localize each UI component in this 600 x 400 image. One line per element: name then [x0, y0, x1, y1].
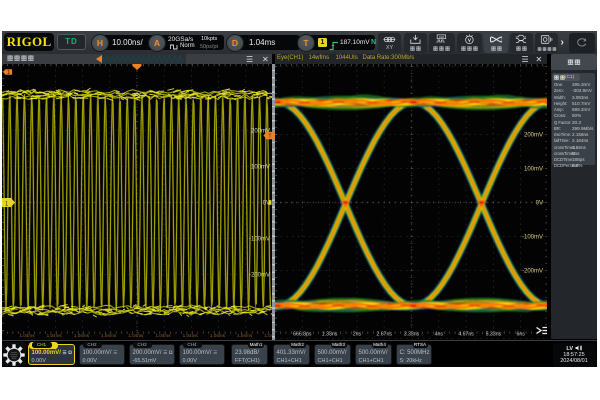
svg-text:2ns: 2ns	[352, 331, 361, 337]
svg-text:2.67ns: 2.67ns	[376, 331, 392, 337]
svg-text:1: 1	[7, 69, 10, 75]
svg-text:666.8ps: 666.8ps	[293, 331, 312, 337]
svg-text:1.04ms: 1.04ms	[19, 333, 35, 338]
svg-text:-100mV: -100mV	[521, 234, 542, 240]
svg-text:1.04ms: 1.04ms	[237, 333, 253, 338]
svg-text:-100mV: -100mV	[249, 236, 270, 242]
svg-text:5.33ns: 5.33ns	[485, 331, 501, 337]
svg-text:1.04ms: 1.04ms	[210, 333, 226, 338]
svg-text:018: 018	[439, 35, 444, 39]
svg-text:1.04ms: 1.04ms	[47, 333, 63, 338]
svg-text:1.04ms: 1.04ms	[155, 333, 171, 338]
svg-text:0V: 0V	[535, 200, 542, 206]
svg-text:-200mV: -200mV	[249, 272, 270, 278]
svg-text:1.04ms: 1.04ms	[264, 333, 271, 338]
svg-text:1.04ms: 1.04ms	[128, 333, 144, 338]
svg-text:1.04ms: 1.04ms	[74, 333, 90, 338]
svg-text:6ns: 6ns	[516, 331, 525, 337]
svg-text:1.33ns: 1.33ns	[321, 331, 337, 337]
svg-text:1.04ms: 1.04ms	[183, 333, 199, 338]
svg-text:100mV: 100mV	[251, 164, 270, 170]
svg-text:3.33ns: 3.33ns	[403, 331, 419, 337]
svg-text:4.67ns: 4.67ns	[458, 331, 474, 337]
svg-text:1.04ms: 1.04ms	[101, 333, 117, 338]
svg-text:200mV: 200mV	[523, 132, 542, 138]
svg-text:-200mV: -200mV	[521, 268, 542, 274]
svg-text:4ns: 4ns	[434, 331, 443, 337]
svg-text:100mV: 100mV	[523, 166, 542, 172]
